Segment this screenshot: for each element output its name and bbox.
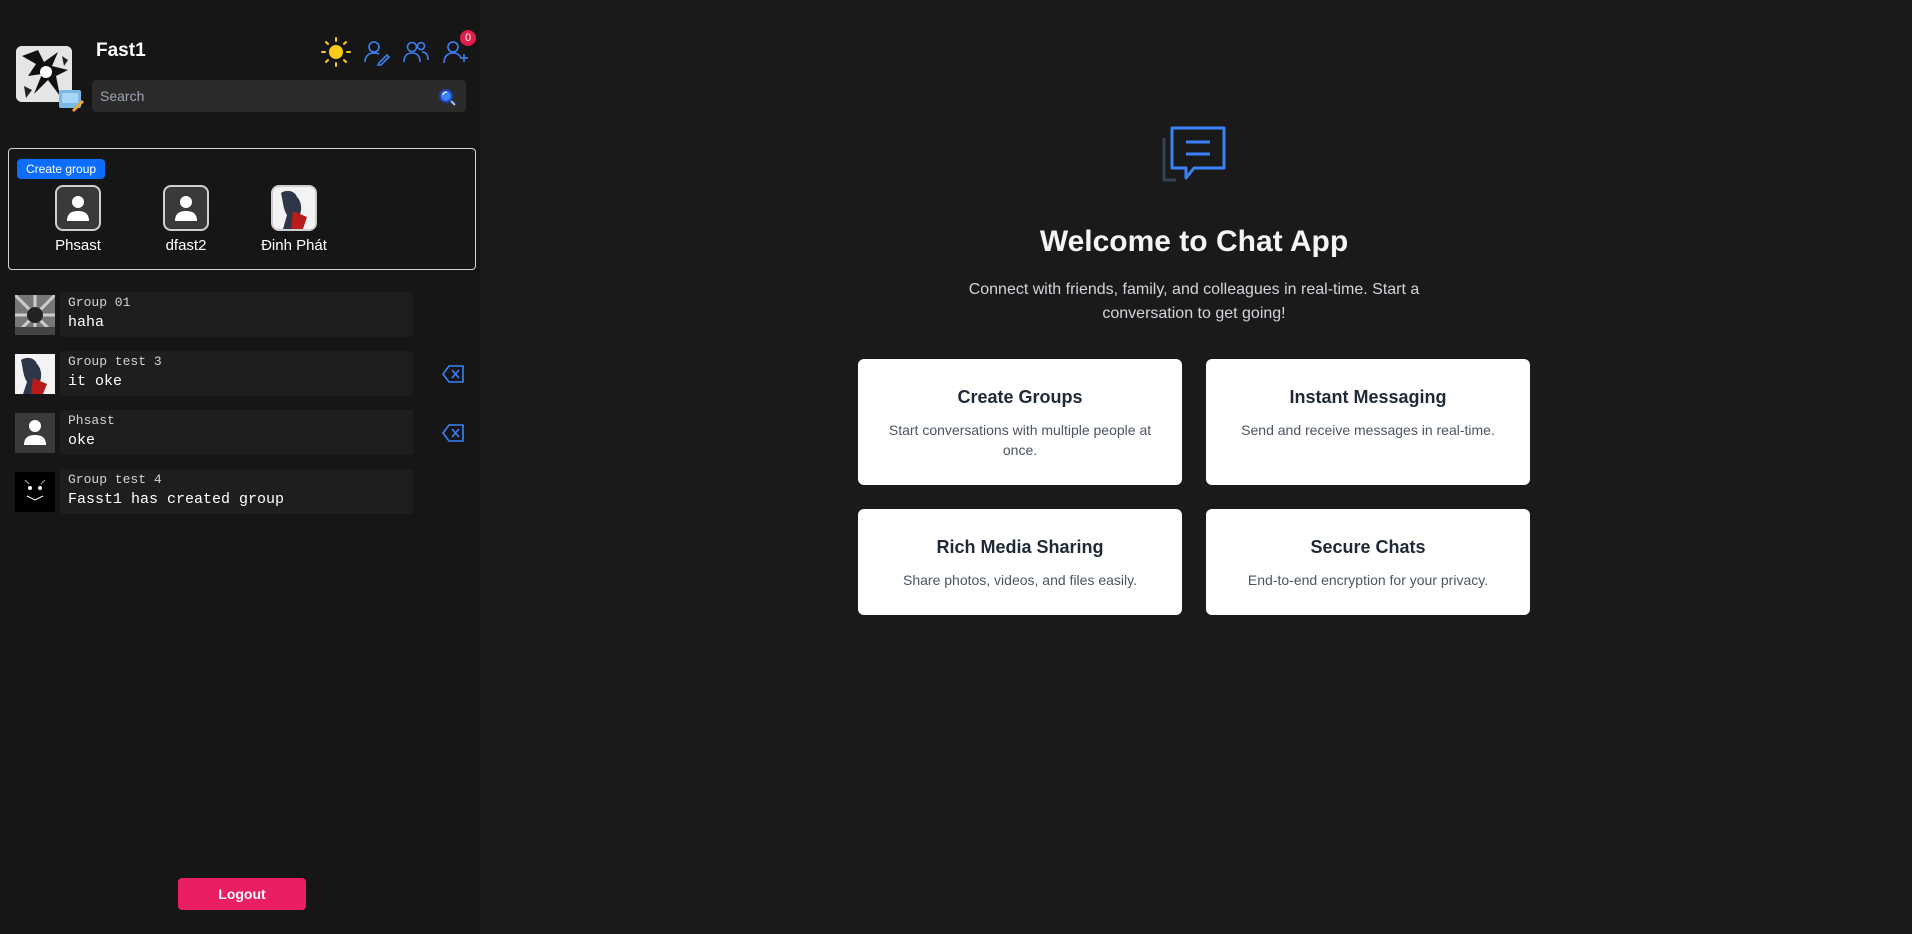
feature-description: Share photos, videos, and files easily.	[903, 572, 1137, 588]
delete-icon[interactable]	[442, 365, 464, 383]
conversation-avatar	[15, 472, 55, 512]
member-item[interactable]: Phsast	[31, 185, 139, 254]
feature-title: Create Groups	[957, 387, 1083, 407]
feature-title: Secure Chats	[1310, 537, 1426, 557]
add-user-icon[interactable]: 0	[440, 30, 476, 68]
conversation-body: Group test 4 Fasst1 has created group	[60, 469, 413, 514]
feature-title: Instant Messaging	[1289, 387, 1447, 407]
chat-icon	[1160, 124, 1230, 186]
member-item[interactable]: dfast2	[139, 185, 247, 254]
notification-badge: 0	[460, 30, 476, 46]
welcome-subtitle: Connect with friends, family, and collea…	[968, 281, 1420, 322]
conversation-message: Fasst1 has created group	[68, 491, 285, 508]
conversation-title: Group test 4	[68, 472, 162, 487]
search-icon[interactable]	[438, 88, 456, 106]
welcome-panel: Welcome to Chat App Connect with friends…	[480, 0, 1912, 934]
member-name: Phsast	[55, 237, 101, 254]
search-bar	[92, 80, 466, 112]
feature-card: Create Groups Start conversations with m…	[858, 359, 1182, 485]
header-actions: 0	[320, 30, 476, 68]
conversation-message: haha	[68, 314, 105, 331]
conversation-body: Phsast oke	[60, 410, 413, 455]
feature-description: Start conversations with multiple people…	[888, 422, 1152, 458]
default-avatar-icon	[163, 185, 209, 231]
edit-avatar-icon[interactable]	[58, 88, 84, 112]
feature-card: Rich Media Sharing Share photos, videos,…	[858, 509, 1182, 615]
conversation-title: Phsast	[68, 413, 115, 428]
welcome-title: Welcome to Chat App	[1039, 225, 1349, 258]
group-creator: Create group Phsast dfast2 Đinh Phát	[8, 148, 476, 270]
create-group-button[interactable]: Create group	[17, 159, 106, 179]
conversation-message: oke	[68, 432, 96, 449]
search-input[interactable]	[92, 80, 466, 112]
conversation-body: Group 01 haha	[60, 292, 413, 337]
conversation-body: Group test 3 it oke	[60, 351, 413, 396]
conversation-item[interactable]: Phsast oke	[14, 410, 470, 460]
feature-card: Instant Messaging Send and receive messa…	[1206, 359, 1530, 485]
default-avatar-icon	[55, 185, 101, 231]
conversation-item[interactable]: Group 01 haha	[14, 292, 470, 342]
member-name: Đinh Phát	[261, 237, 327, 254]
feature-description: Send and receive messages in real-time.	[1241, 422, 1495, 438]
logout-button[interactable]: Logout	[178, 878, 306, 910]
default-avatar-icon	[15, 413, 55, 453]
sidebar: Fast1 0 Search Create group Phsast dfast…	[0, 0, 480, 934]
conversation-list: Group 01 haha Group test 3 it oke Phsast…	[14, 292, 470, 528]
member-name: dfast2	[165, 237, 207, 254]
edit-user-icon[interactable]	[360, 36, 392, 68]
users-icon[interactable]	[400, 36, 432, 68]
delete-icon[interactable]	[442, 424, 464, 442]
conversation-avatar	[15, 295, 55, 335]
member-avatar	[271, 185, 317, 231]
conversation-item[interactable]: Group test 4 Fasst1 has created group	[14, 469, 470, 519]
conversation-title: Group 01	[68, 295, 131, 310]
member-item[interactable]: Đinh Phát	[247, 185, 355, 254]
conversation-message: it oke	[68, 373, 123, 390]
sun-icon[interactable]	[320, 36, 352, 68]
feature-description: End-to-end encryption for your privacy.	[1247, 572, 1489, 588]
username: Fast1	[96, 40, 146, 61]
conversation-title: Group test 3	[68, 354, 162, 369]
feature-card: Secure Chats End-to-end encryption for y…	[1206, 509, 1530, 615]
feature-title: Rich Media Sharing	[936, 537, 1104, 557]
conversation-avatar	[15, 354, 55, 394]
member-list: Phsast dfast2 Đinh Phát	[31, 185, 355, 254]
conversation-item[interactable]: Group test 3 it oke	[14, 351, 470, 401]
